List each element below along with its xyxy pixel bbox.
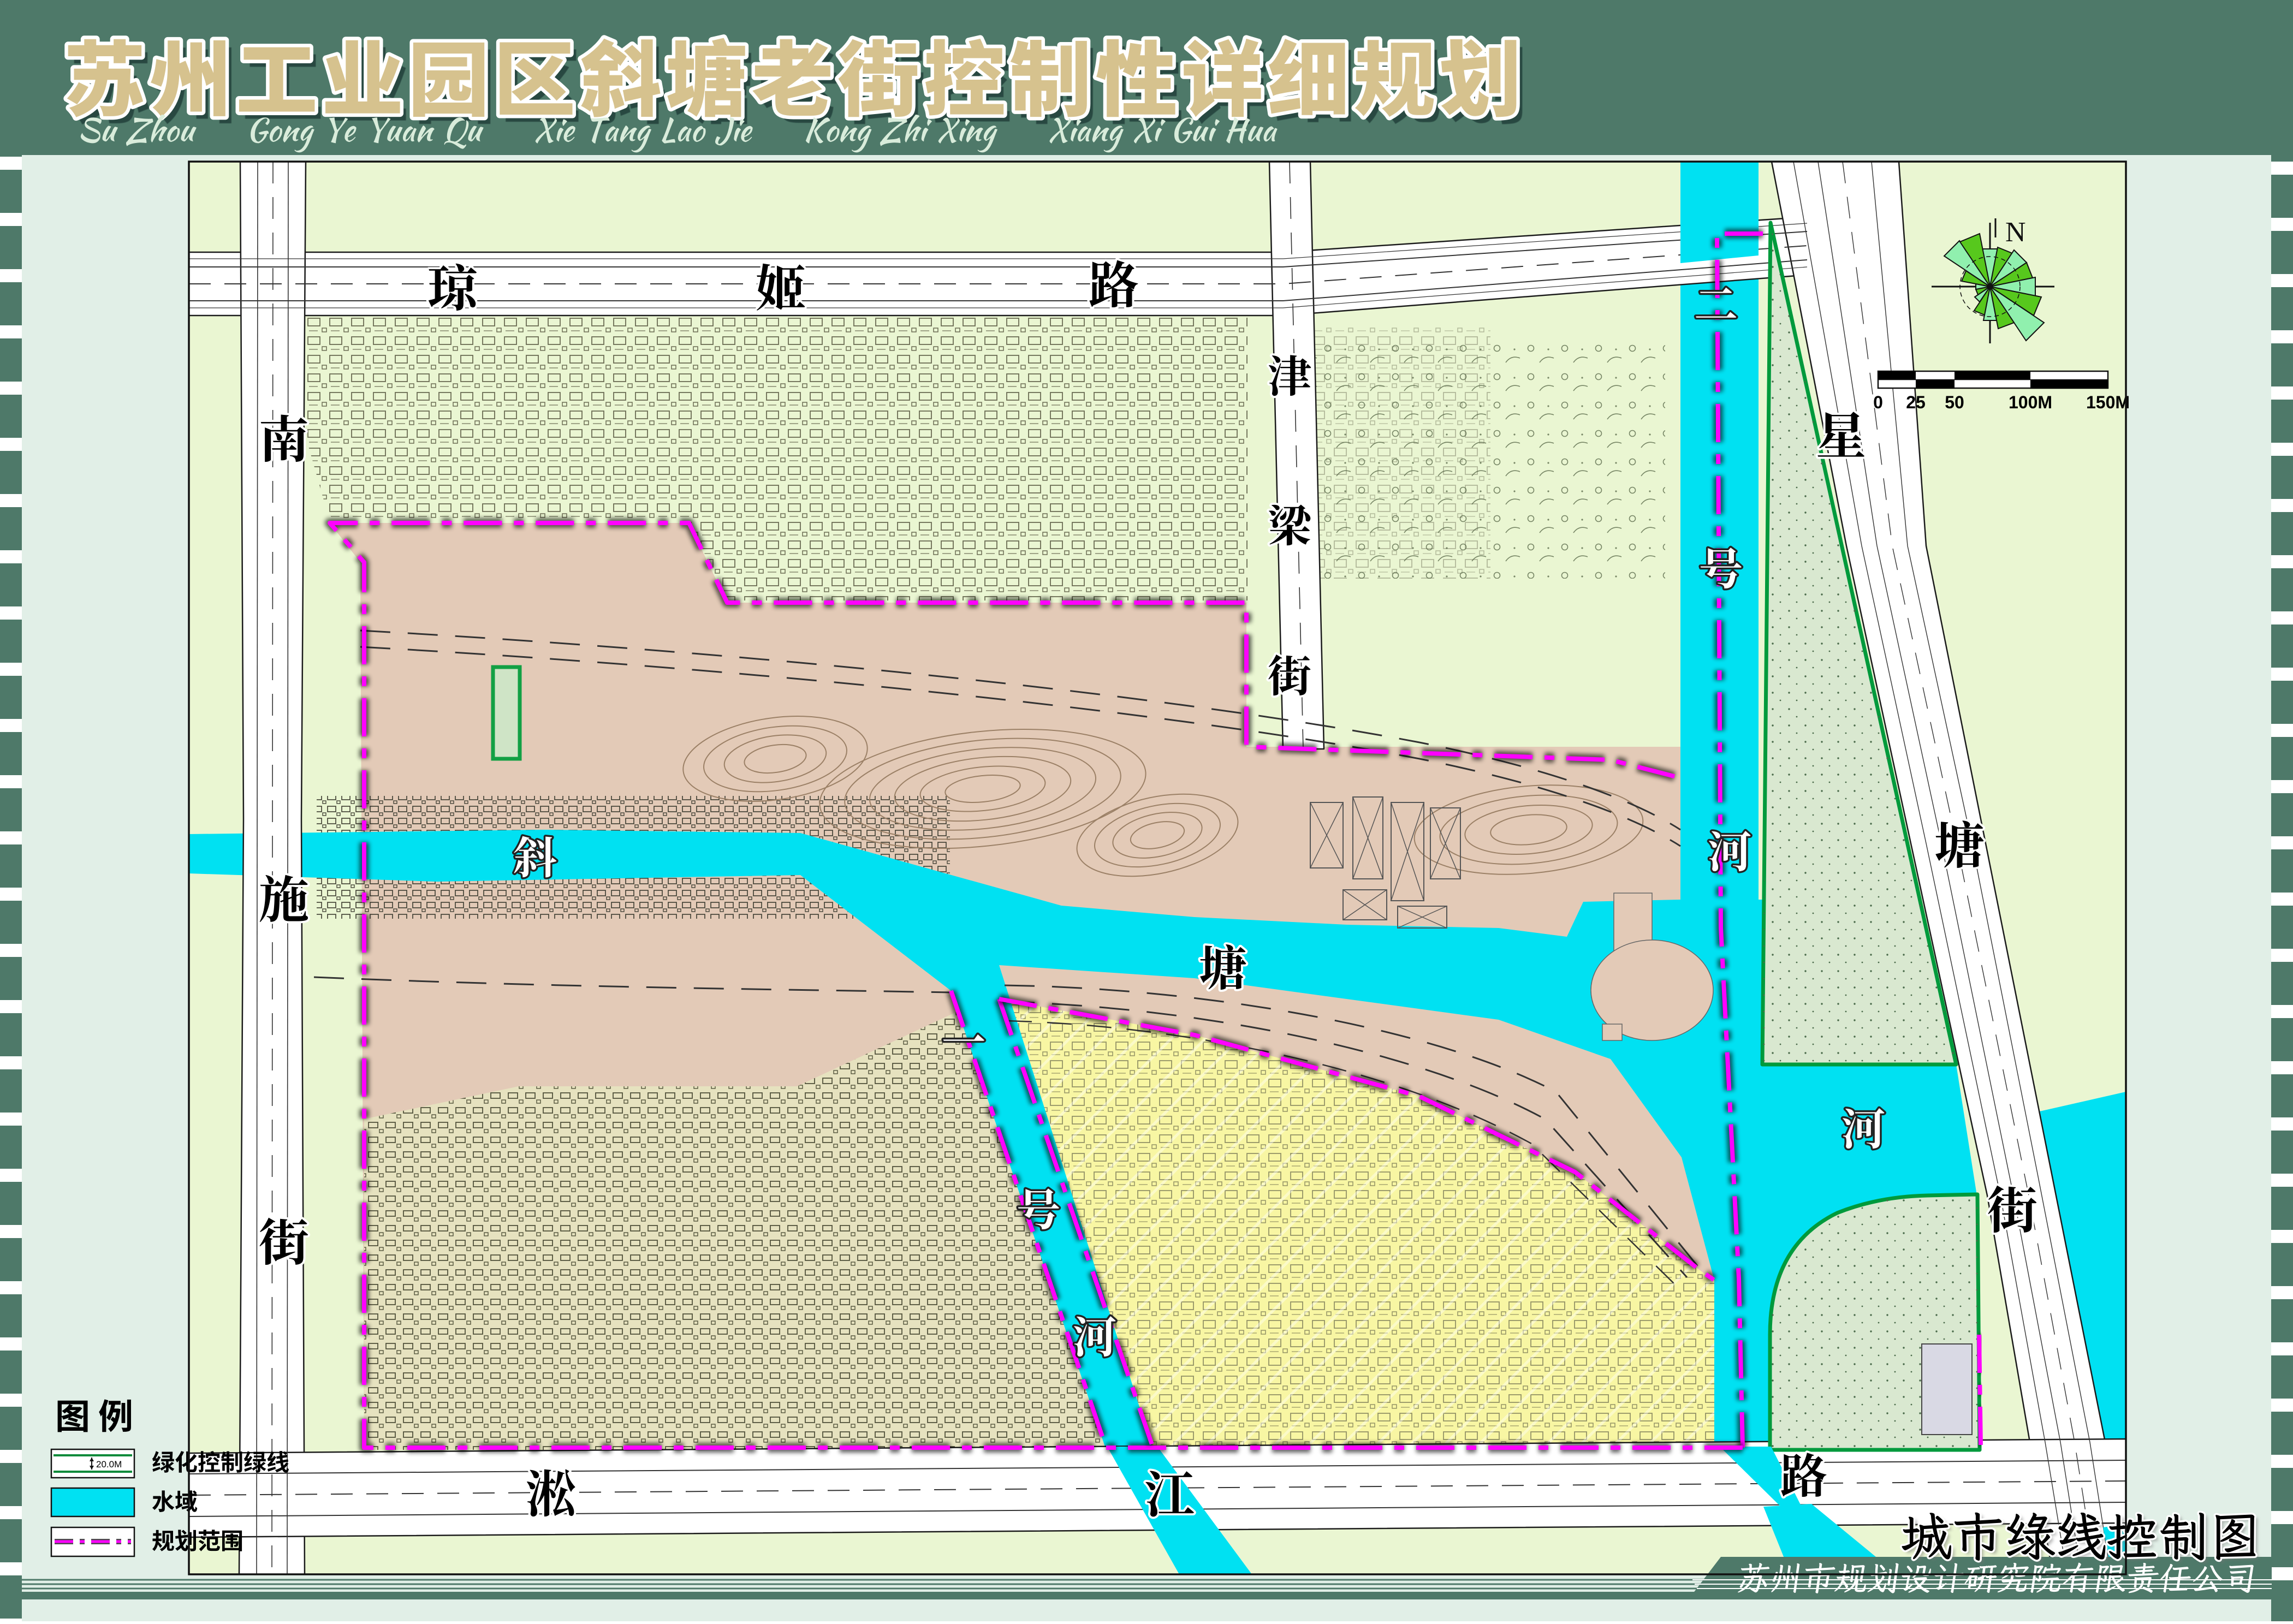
svg-text:20.0M: 20.0M: [96, 1459, 122, 1470]
svg-text:150M: 150M: [2086, 392, 2130, 412]
svg-text:25: 25: [1906, 392, 1926, 412]
svg-text:0: 0: [1873, 392, 1883, 412]
svg-text:N: N: [2005, 217, 2026, 248]
svg-text:50: 50: [1945, 392, 1964, 412]
svg-text:100M: 100M: [2009, 392, 2052, 412]
